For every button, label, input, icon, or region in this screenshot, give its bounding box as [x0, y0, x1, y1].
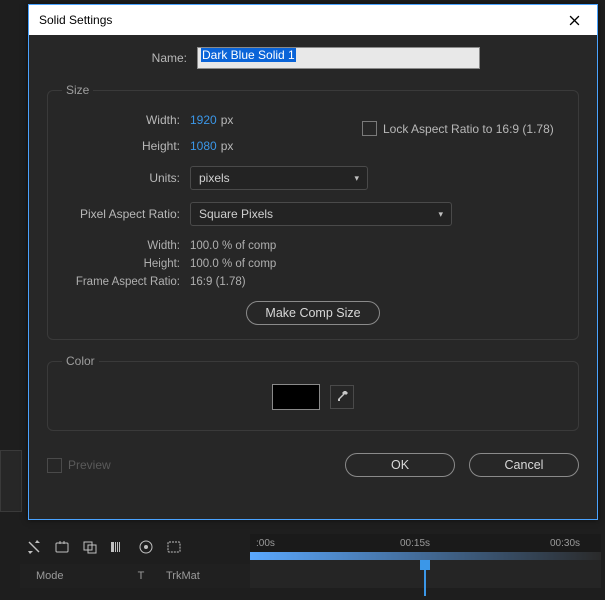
ruler-gradient — [250, 552, 601, 560]
width-value[interactable]: 1920 — [190, 113, 217, 127]
par-value: Square Pixels — [199, 207, 273, 221]
lock-aspect-label: Lock Aspect Ratio to 16:9 (1.78) — [383, 122, 554, 136]
ok-button[interactable]: OK — [345, 453, 455, 477]
lock-aspect-checkbox[interactable]: Lock Aspect Ratio to 16:9 (1.78) — [362, 121, 554, 136]
ro-far-label: Frame Aspect Ratio: — [62, 276, 190, 288]
tick-2: 00:30s — [550, 538, 580, 549]
cancel-button[interactable]: Cancel — [469, 453, 579, 477]
color-legend: Color — [62, 354, 99, 368]
ro-height-label: Height: — [62, 258, 190, 270]
col-t[interactable]: T — [116, 570, 166, 582]
chevron-down-icon: ▾ — [354, 173, 359, 184]
col-mode[interactable]: Mode — [20, 570, 116, 582]
size-group: Size Width: 1920 px Height: 1080 px Lock… — [47, 83, 579, 340]
shy-icon[interactable] — [54, 539, 70, 555]
render-queue-icon[interactable] — [166, 539, 182, 555]
left-panel-fragment — [0, 450, 22, 512]
playhead[interactable] — [420, 560, 430, 588]
name-label: Name: — [47, 51, 197, 65]
par-label: Pixel Aspect Ratio: — [62, 207, 190, 221]
height-label: Height: — [62, 139, 190, 153]
name-input-value: Dark Blue Solid 1 — [201, 48, 296, 62]
graph-editor-icon[interactable] — [138, 539, 154, 555]
playhead-head-icon — [420, 560, 430, 570]
size-legend: Size — [62, 83, 93, 97]
timeline-ruler[interactable]: :00s 00:15s 00:30s — [250, 534, 601, 560]
tick-1: 00:15s — [400, 538, 430, 549]
tick-0: :00s — [256, 538, 275, 549]
playhead-line — [424, 570, 426, 596]
width-unit: px — [221, 113, 234, 127]
close-icon[interactable] — [559, 5, 589, 35]
dialog-title: Solid Settings — [39, 13, 112, 27]
checkbox-icon — [47, 458, 62, 473]
height-unit: px — [221, 139, 234, 153]
units-label: Units: — [62, 171, 190, 185]
checkbox-icon — [362, 121, 377, 136]
color-swatch[interactable] — [272, 384, 320, 410]
timeline-toolbar — [20, 534, 256, 560]
units-value: pixels — [199, 171, 230, 185]
units-select[interactable]: pixels ▾ — [190, 166, 368, 190]
ro-height-value: 100.0 % of comp — [190, 258, 276, 270]
timeline-track[interactable] — [250, 560, 601, 588]
frame-blend-icon[interactable] — [82, 539, 98, 555]
ro-width-value: 100.0 % of comp — [190, 240, 276, 252]
solid-settings-dialog: Solid Settings Name: Dark Blue Solid 1 S… — [28, 4, 598, 520]
chevron-down-icon: ▾ — [438, 209, 443, 220]
toggle-switches-icon[interactable] — [26, 539, 42, 555]
eyedropper-icon — [335, 390, 349, 404]
height-value[interactable]: 1080 — [190, 139, 217, 153]
motion-blur-icon[interactable] — [110, 539, 126, 555]
par-select[interactable]: Square Pixels ▾ — [190, 202, 452, 226]
ro-far-value: 16:9 (1.78) — [190, 276, 246, 288]
name-input[interactable]: Dark Blue Solid 1 — [197, 47, 480, 69]
preview-label: Preview — [68, 458, 111, 472]
timeline-columns: Mode T TrkMat — [20, 564, 250, 588]
ro-width-label: Width: — [62, 240, 190, 252]
preview-checkbox[interactable]: Preview — [47, 458, 111, 473]
color-group: Color — [47, 354, 579, 431]
width-label: Width: — [62, 113, 190, 127]
dialog-titlebar[interactable]: Solid Settings — [29, 5, 597, 35]
eyedropper-button[interactable] — [330, 385, 354, 409]
make-comp-size-button[interactable]: Make Comp Size — [246, 301, 379, 325]
col-trkmat[interactable]: TrkMat — [166, 570, 226, 582]
